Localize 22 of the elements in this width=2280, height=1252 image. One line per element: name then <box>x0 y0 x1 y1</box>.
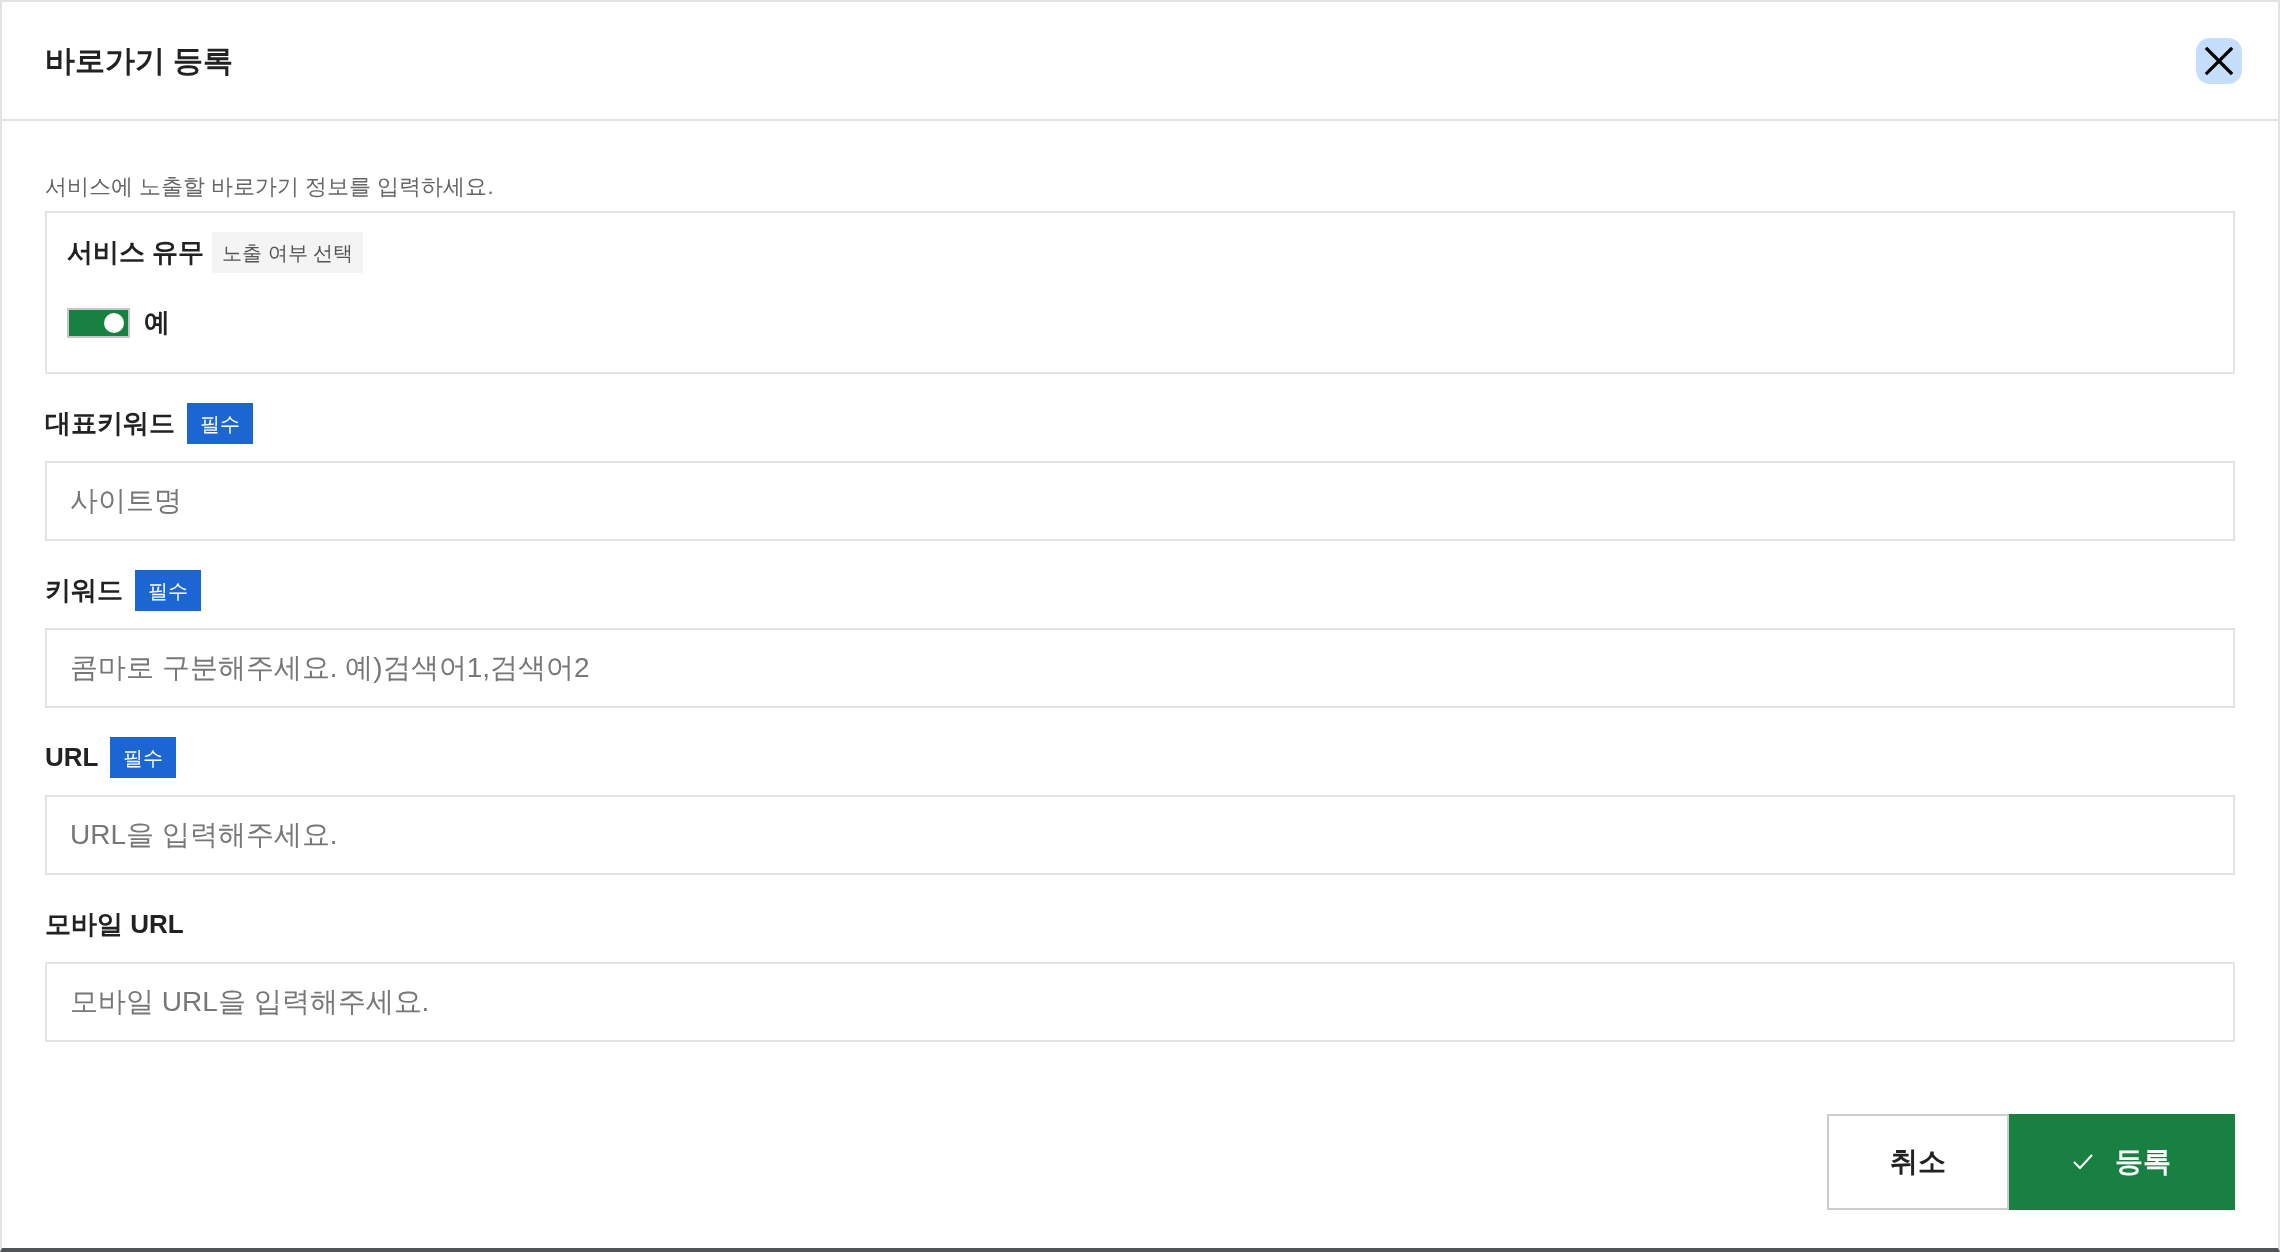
dialog-title: 바로가기 등록 <box>45 45 234 76</box>
field-label: URL <box>45 741 99 774</box>
close-button[interactable] <box>2196 37 2242 84</box>
required-badge: 필수 <box>110 737 177 778</box>
tag: 노출 여부 선택 <box>212 232 364 273</box>
check-icon <box>2073 1154 2093 1170</box>
toggle-label: 예 <box>144 306 170 339</box>
field-label: 키워드 <box>45 574 123 607</box>
required-badge: 필수 <box>135 570 201 611</box>
toggle-switch[interactable] <box>67 307 130 338</box>
cancel-button[interactable]: 취소 <box>1827 1114 2009 1210</box>
close-icon <box>2204 45 2234 76</box>
input-field[interactable]: 모바일 URL을 입력해주세요. <box>45 962 2235 1042</box>
input-field[interactable]: 콤마로 구분해주세요. 예)검색어1,검색어2 <box>45 628 2235 708</box>
field-label: 대표키워드 <box>45 407 175 440</box>
required-badge: 필수 <box>187 403 253 444</box>
field-label: 모바일 URL <box>45 908 184 941</box>
description-text: 서비스에 노출할 바로가기 정보를 입력하세요. <box>45 173 495 201</box>
service-label: 서비스 유무 <box>67 236 205 269</box>
input-field[interactable]: 사이트명 <box>45 461 2235 541</box>
input-field[interactable]: URL을 입력해주세요. <box>45 795 2235 875</box>
register-button[interactable]: 등록 <box>2009 1114 2235 1210</box>
